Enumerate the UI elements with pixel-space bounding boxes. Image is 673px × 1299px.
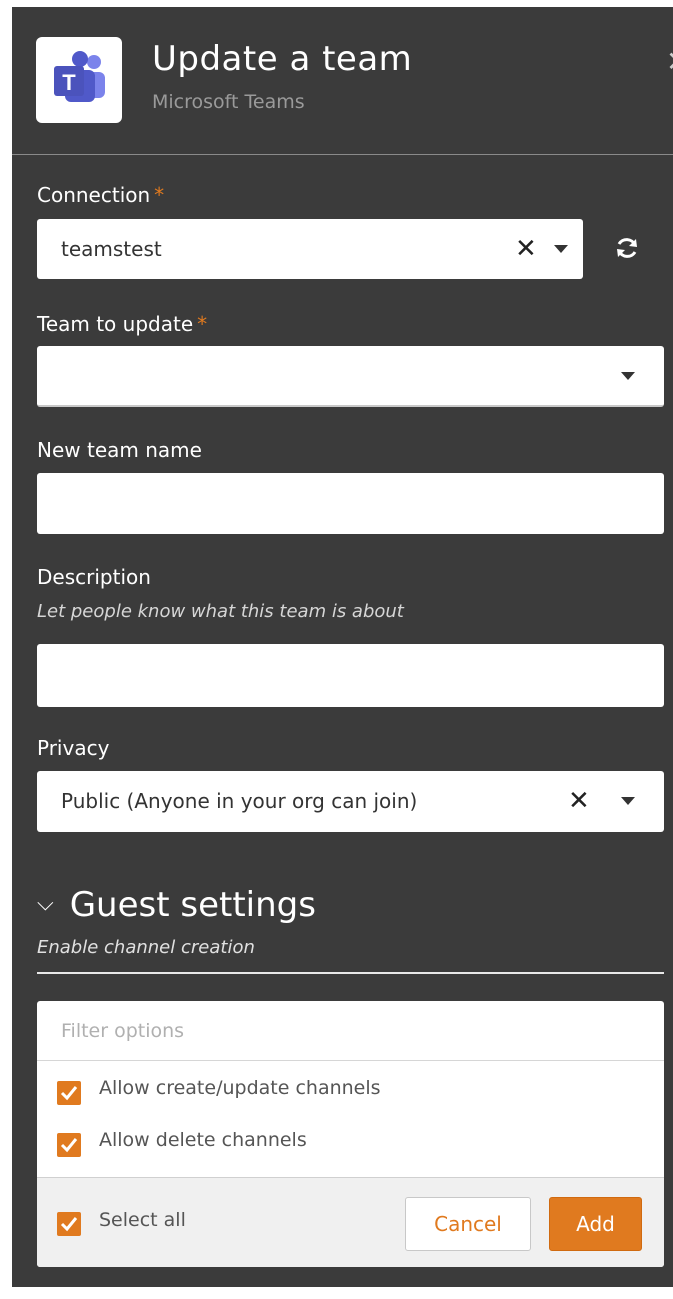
clear-connection-icon[interactable]: ✕	[515, 219, 537, 279]
connection-select[interactable]: teamstest ✕	[37, 219, 583, 279]
new-team-name-input[interactable]	[37, 473, 664, 534]
options-dropdown: Filter options Allow create/update chann…	[37, 1001, 664, 1267]
chevron-down-icon[interactable]	[621, 797, 635, 805]
update-team-panel: T Update a team Microsoft Teams ✕ Connec…	[12, 7, 673, 1287]
privacy-select[interactable]: Public (Anyone in your org can join) ✕	[37, 771, 664, 832]
guest-settings-subtitle: Enable channel creation	[37, 937, 255, 958]
guest-settings-toggle[interactable]: ⌵ Guest settings	[37, 885, 316, 925]
option-allow-create-update-channels[interactable]: Allow create/update channels	[37, 1063, 664, 1107]
close-icon[interactable]: ✕	[666, 45, 673, 78]
microsoft-teams-logo-icon: T	[54, 51, 105, 102]
chevron-down-icon[interactable]	[554, 245, 568, 253]
chevron-down-icon[interactable]	[621, 372, 635, 380]
option-allow-delete-channels[interactable]: Allow delete channels	[37, 1117, 664, 1161]
cancel-button[interactable]: Cancel	[405, 1197, 531, 1251]
required-marker: *	[197, 312, 208, 336]
connection-label: Connection *	[37, 183, 165, 207]
guest-settings-title: Guest settings	[69, 885, 316, 925]
chevron-down-icon: ⌵	[37, 891, 54, 916]
select-all-label: Select all	[99, 1209, 186, 1231]
team-to-update-select[interactable]	[37, 346, 664, 407]
required-marker: *	[154, 183, 165, 207]
description-label: Description	[37, 565, 151, 589]
options-footer: Select all Cancel Add	[37, 1177, 664, 1267]
checkmark-icon	[60, 1086, 78, 1101]
divider	[37, 972, 664, 974]
filter-placeholder: Filter options	[61, 1020, 185, 1042]
checkbox-checked[interactable]	[57, 1081, 81, 1105]
add-button[interactable]: Add	[549, 1197, 642, 1251]
privacy-value: Public (Anyone in your org can join)	[61, 789, 418, 813]
connection-value: teamstest	[61, 237, 162, 261]
new-team-name-label: New team name	[37, 438, 202, 462]
clear-privacy-icon[interactable]: ✕	[568, 771, 590, 831]
option-label: Allow create/update channels	[99, 1077, 381, 1099]
checkmark-icon	[60, 1217, 78, 1232]
description-hint: Let people know what this team is about	[37, 601, 404, 622]
panel-header: T Update a team Microsoft Teams ✕	[12, 7, 673, 155]
option-label: Allow delete channels	[99, 1129, 307, 1151]
description-input[interactable]	[37, 644, 664, 707]
panel-title: Update a team	[152, 39, 413, 79]
teams-app-tile: T	[36, 37, 122, 123]
privacy-label: Privacy	[37, 736, 110, 760]
select-all-checkbox[interactable]	[57, 1212, 81, 1236]
checkbox-checked[interactable]	[57, 1133, 81, 1157]
svg-text:T: T	[62, 70, 76, 95]
checkmark-icon	[60, 1138, 78, 1153]
team-to-update-label: Team to update *	[37, 312, 208, 336]
refresh-icon[interactable]	[614, 235, 640, 265]
panel-subtitle: Microsoft Teams	[152, 91, 305, 113]
filter-options-input[interactable]: Filter options	[37, 1001, 664, 1061]
